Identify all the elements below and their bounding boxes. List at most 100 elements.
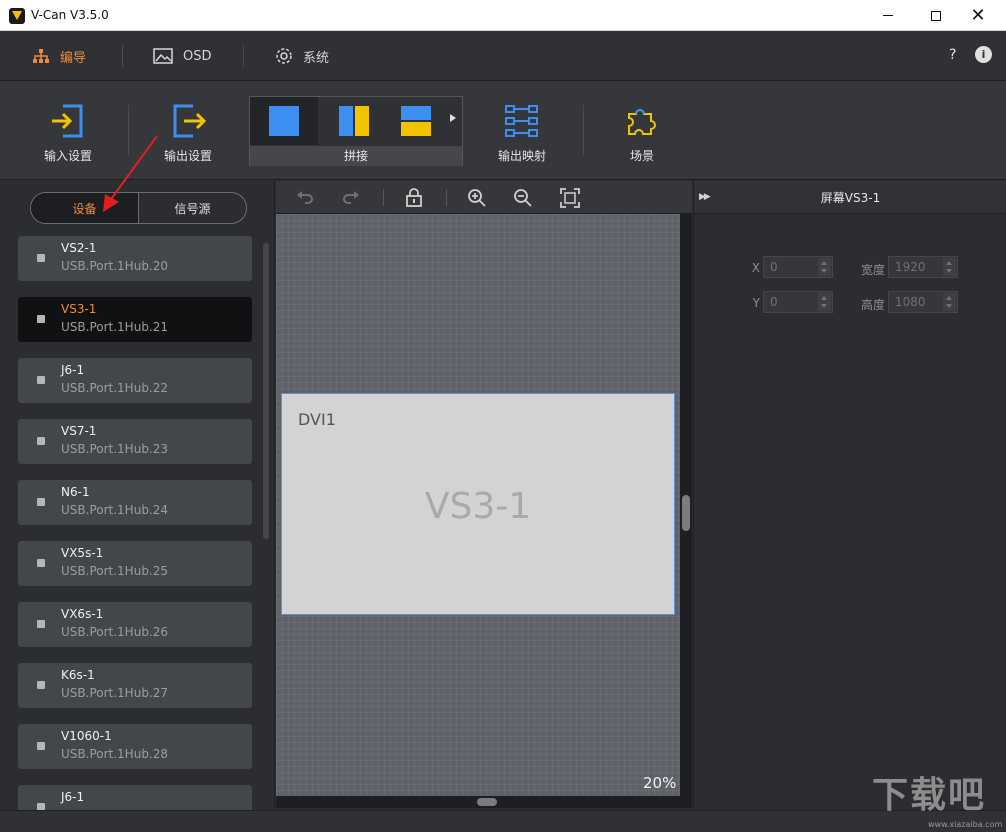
output-mapping-button[interactable]: 输出映射 bbox=[494, 81, 550, 180]
device-item[interactable]: VS2-1 USB.Port.1Hub.20 bbox=[18, 236, 252, 281]
nav-tab-osd[interactable]: OSD bbox=[153, 31, 212, 81]
scene-button[interactable]: 场景 bbox=[614, 81, 670, 180]
maximize-button[interactable] bbox=[913, 0, 959, 31]
window-titlebar: V-Can V3.5.0 ✕ bbox=[0, 0, 1006, 31]
info-button[interactable]: i bbox=[975, 46, 992, 63]
x-stepper[interactable] bbox=[818, 258, 831, 276]
lock-button[interactable] bbox=[403, 187, 425, 209]
device-port: USB.Port.1Hub.21 bbox=[61, 320, 169, 334]
minimize-button[interactable] bbox=[865, 0, 911, 31]
status-dot bbox=[37, 681, 45, 689]
nav-tab-directing[interactable]: 编导 bbox=[32, 31, 86, 81]
watermark-text: 下载吧 bbox=[872, 775, 987, 816]
device-item[interactable]: K6s-1 USB.Port.1Hub.27 bbox=[18, 663, 252, 708]
help-button[interactable]: ? bbox=[949, 47, 956, 63]
puzzle-icon bbox=[625, 101, 659, 141]
splice-label: 拼接 bbox=[250, 146, 462, 166]
height-stepper[interactable] bbox=[943, 293, 956, 311]
device-port: USB.Port.1Hub.23 bbox=[61, 442, 169, 456]
status-dot bbox=[37, 742, 45, 750]
width-label: 宽度 bbox=[860, 263, 885, 277]
zoom-in-button[interactable] bbox=[466, 187, 488, 209]
layout-horizontal-split-button[interactable] bbox=[382, 97, 450, 145]
width-stepper[interactable] bbox=[943, 258, 956, 276]
gear-icon bbox=[275, 47, 293, 65]
height-input[interactable]: 1080 bbox=[888, 291, 958, 313]
device-list-scrollbar[interactable] bbox=[263, 243, 269, 539]
device-item[interactable]: VX6s-1 USB.Port.1Hub.26 bbox=[18, 602, 252, 647]
hierarchy-icon bbox=[32, 48, 50, 64]
device-name: VS3-1 bbox=[61, 302, 97, 316]
more-layouts-icon[interactable] bbox=[450, 114, 456, 122]
device-item[interactable]: J6-1 bbox=[18, 785, 252, 810]
nav-divider bbox=[122, 45, 123, 67]
device-port: USB.Port.1Hub.25 bbox=[61, 564, 169, 578]
scene-label: 场景 bbox=[629, 149, 654, 163]
fit-screen-icon bbox=[560, 188, 580, 208]
device-item[interactable]: V1060-1 USB.Port.1Hub.28 bbox=[18, 724, 252, 769]
lock-icon bbox=[406, 188, 422, 207]
status-dot bbox=[37, 803, 45, 810]
image-icon bbox=[153, 48, 173, 64]
fit-screen-button[interactable] bbox=[559, 187, 581, 209]
y-label: Y bbox=[752, 296, 760, 310]
output-icon bbox=[169, 101, 207, 141]
layout-canvas[interactable]: DVI1 VS3-1 20% bbox=[276, 214, 680, 796]
width-input[interactable]: 1920 bbox=[888, 256, 958, 278]
scrollbar-thumb[interactable] bbox=[682, 495, 690, 531]
device-item[interactable]: VS3-1 USB.Port.1Hub.21 bbox=[18, 297, 252, 342]
red-arrow-annotation-icon bbox=[103, 135, 158, 212]
nav-tab-system[interactable]: 系统 bbox=[275, 31, 329, 81]
layout-single-button[interactable] bbox=[250, 97, 318, 145]
width-value: 1920 bbox=[895, 260, 926, 274]
maximize-icon bbox=[931, 10, 941, 21]
x-input[interactable]: 0 bbox=[763, 256, 833, 278]
screen-window[interactable]: DVI1 VS3-1 bbox=[281, 393, 675, 615]
window-title: V-Can V3.5.0 bbox=[31, 8, 109, 22]
y-value: 0 bbox=[770, 295, 778, 309]
top-nav: 编导 OSD 系统 ? i bbox=[0, 31, 1006, 81]
output-settings-button[interactable]: 输出设置 bbox=[160, 81, 216, 180]
device-name: V1060-1 bbox=[61, 729, 112, 743]
input-settings-button[interactable]: 输入设置 bbox=[40, 81, 96, 180]
device-name: VX5s-1 bbox=[61, 546, 104, 560]
device-port: USB.Port.1Hub.24 bbox=[61, 503, 169, 517]
device-item[interactable]: VS7-1 USB.Port.1Hub.23 bbox=[18, 419, 252, 464]
canvas-horizontal-scrollbar[interactable] bbox=[276, 796, 692, 808]
undo-icon bbox=[297, 191, 313, 204]
properties-panel: ▶▶ 屏幕VS3-1 X 0 宽度 1920 Y 0 高度 1080 bbox=[693, 181, 1006, 810]
zoom-out-button[interactable] bbox=[512, 187, 534, 209]
device-port: USB.Port.1Hub.26 bbox=[61, 625, 169, 639]
device-name: J6-1 bbox=[61, 790, 85, 804]
close-button[interactable]: ✕ bbox=[955, 0, 1001, 31]
properties-header: ▶▶ 屏幕VS3-1 bbox=[694, 181, 1006, 214]
mapping-icon bbox=[505, 101, 539, 141]
layout-horizontal-split-icon bbox=[401, 106, 431, 136]
scrollbar-thumb[interactable] bbox=[477, 798, 497, 806]
screen-name: VS3-1 bbox=[424, 486, 532, 527]
watermark-logo: 下载吧 www.xiazaiba.com bbox=[872, 766, 1002, 830]
device-item[interactable]: N6-1 USB.Port.1Hub.24 bbox=[18, 480, 252, 525]
device-item[interactable]: J6-1 USB.Port.1Hub.22 bbox=[18, 358, 252, 403]
device-item[interactable]: VX5s-1 USB.Port.1Hub.25 bbox=[18, 541, 252, 586]
undo-button[interactable] bbox=[294, 187, 316, 209]
y-input[interactable]: 0 bbox=[763, 291, 833, 313]
y-stepper[interactable] bbox=[818, 293, 831, 311]
status-dot bbox=[37, 498, 45, 506]
device-panel: 设备 信号源 VS2-1 USB.Port.1Hub.20 VS3-1 USB.Po… bbox=[0, 181, 275, 810]
zoom-out-icon bbox=[514, 189, 532, 207]
redo-icon bbox=[343, 191, 359, 204]
layout-vertical-split-button[interactable] bbox=[320, 97, 388, 145]
height-label: 高度 bbox=[860, 298, 885, 312]
zoom-in-icon bbox=[468, 189, 486, 207]
redo-button[interactable] bbox=[340, 187, 362, 209]
input-icon bbox=[49, 101, 87, 141]
height-value: 1080 bbox=[895, 295, 926, 309]
close-icon: ✕ bbox=[970, 5, 986, 26]
status-bar bbox=[0, 810, 1006, 832]
device-list: VS2-1 USB.Port.1Hub.20 VS3-1 USB.Port.1Hub… bbox=[18, 236, 252, 810]
device-name: VS2-1 bbox=[61, 241, 97, 255]
canvas-vertical-scrollbar[interactable] bbox=[680, 214, 692, 796]
canvas-toolbar bbox=[276, 181, 692, 214]
device-name: K6s-1 bbox=[61, 668, 95, 682]
